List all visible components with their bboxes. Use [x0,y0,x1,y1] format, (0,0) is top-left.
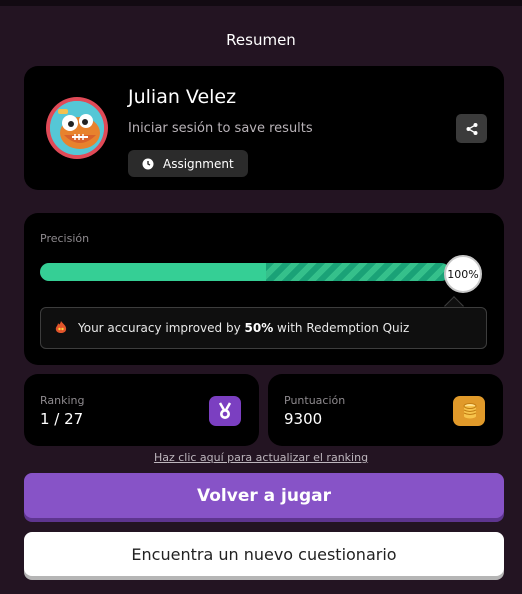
page-title: Resumen [226,31,296,49]
assignment-chip: Assignment [128,150,248,177]
refresh-ranking-link[interactable]: Haz clic aquí para actualizar el ranking [0,451,522,464]
fire-devil-icon [55,321,67,333]
monster-avatar-icon [50,101,104,155]
share-button[interactable] [456,114,487,143]
accuracy-percent-badge: 100% [444,255,482,293]
profile-card: Julian Velez Iniciar sesión to save resu… [24,66,504,190]
score-label: Puntuación [284,394,346,407]
find-quiz-button[interactable]: Encuentra un nuevo cuestionario [24,532,504,576]
player-name: Julian Velez [128,86,237,108]
play-again-button[interactable]: Volver a jugar [24,473,504,518]
accuracy-progress-bar [40,263,450,281]
assignment-label: Assignment [163,156,234,171]
avatar [46,97,108,159]
accuracy-base-fill [40,263,266,281]
coins-icon [453,396,485,426]
accuracy-note: Your accuracy improved by 50% with Redem… [40,307,487,349]
top-bar [0,0,522,6]
note-text: Your accuracy improved by 50% with Redem… [78,321,410,335]
accuracy-card: Precisión 100% Your accuracy improved by… [24,213,504,365]
ranking-card: Ranking 1 / 27 [24,374,259,446]
clock-icon [142,158,154,169]
ranking-value: 1 / 27 [40,410,84,428]
accuracy-improvement-fill [266,263,450,281]
medal-icon [209,396,241,426]
login-prompt[interactable]: Iniciar sesión to save results [128,121,313,136]
ranking-label: Ranking [40,394,85,407]
accuracy-label: Precisión [40,232,90,245]
share-icon [466,122,477,135]
score-value: 9300 [284,410,323,428]
score-card: Puntuación 9300 [268,374,503,446]
